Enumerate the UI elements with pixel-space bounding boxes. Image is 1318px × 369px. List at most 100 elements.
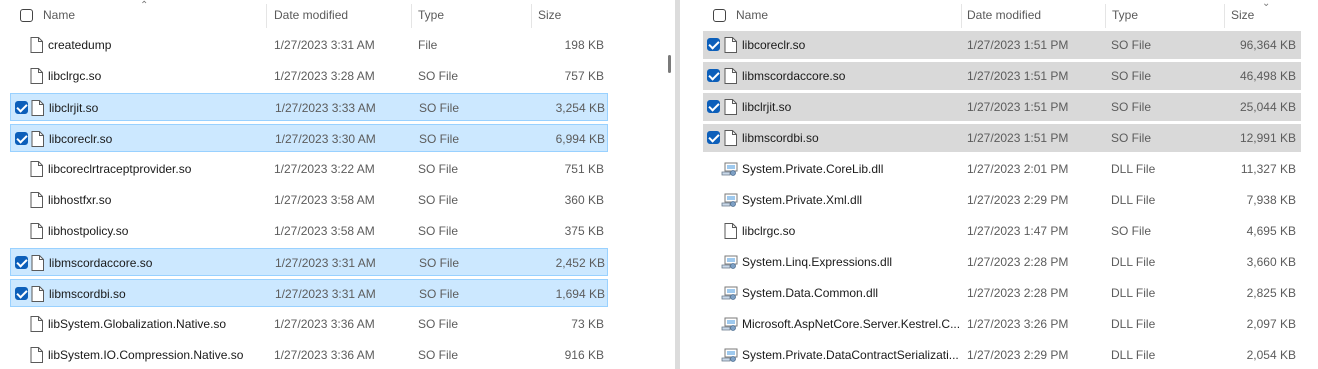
file-size: 757 KB	[564, 69, 604, 83]
file-type: SO File	[418, 193, 459, 207]
right-file-list-pane: Name Date modified Type Size ⌄ libcorecl…	[680, 0, 1318, 369]
file-size: 2,097 KB	[1246, 317, 1296, 331]
left-file-row[interactable]: libhostfxr.so 1/27/2023 3:58 AM SO File 360…	[10, 186, 608, 214]
file-type: SO File	[1111, 131, 1152, 145]
file-name: libclrjit.so	[49, 101, 99, 115]
dll-icon	[721, 285, 738, 301]
file-name: System.Linq.Expressions.dll	[742, 255, 893, 269]
file-icon	[31, 131, 44, 147]
left-header-date[interactable]: Date modified	[274, 0, 348, 32]
file-name: libhostpolicy.so	[48, 224, 129, 238]
right-header-size[interactable]: Size	[1231, 0, 1254, 32]
file-date: 1/27/2023 2:29 PM	[967, 193, 1069, 207]
file-icon	[724, 68, 737, 84]
file-type: SO File	[418, 162, 459, 176]
row-checkbox[interactable]	[707, 131, 720, 144]
right-file-row[interactable]: System.Data.Common.dll 1/27/2023 2:28 PM D…	[703, 279, 1301, 307]
file-type: SO File	[419, 132, 460, 146]
left-file-row[interactable]: libhostpolicy.so 1/27/2023 3:58 AM SO File…	[10, 217, 608, 245]
row-checkbox[interactable]	[15, 132, 28, 145]
left-file-row[interactable]: libcoreclr.so 1/27/2023 3:30 AM SO File 6,9…	[10, 124, 608, 152]
file-name: libhostfxr.so	[48, 193, 112, 207]
file-name: libSystem.Globalization.Native.so	[48, 317, 227, 331]
file-icon	[31, 255, 44, 271]
row-checkbox[interactable]	[15, 101, 28, 114]
right-file-row[interactable]: libmscordaccore.so 1/27/2023 1:51 PM SO Fi…	[703, 62, 1301, 90]
left-file-row[interactable]: libSystem.Globalization.Native.so 1/27/20…	[10, 310, 608, 338]
file-icon	[30, 223, 43, 239]
right-file-row[interactable]: System.Private.Xml.dll 1/27/2023 2:29 PM D…	[703, 186, 1301, 214]
file-name: libmscordaccore.so	[49, 256, 153, 270]
file-type: DLL File	[1111, 348, 1156, 362]
file-name: libclrjit.so	[742, 100, 792, 114]
left-file-row[interactable]: libclrjit.so 1/27/2023 3:33 AM SO File 3,25…	[10, 93, 608, 121]
file-date: 1/27/2023 3:26 PM	[967, 317, 1069, 331]
right-file-row[interactable]: System.Private.CoreLib.dll 1/27/2023 2:01…	[703, 155, 1301, 183]
file-name: System.Data.Common.dll	[742, 286, 879, 300]
file-date: 1/27/2023 1:51 PM	[967, 100, 1069, 114]
dll-icon	[721, 254, 738, 270]
file-date: 1/27/2023 3:31 AM	[275, 256, 376, 270]
left-file-row[interactable]: libclrgc.so 1/27/2023 3:28 AM SO File 757 K…	[10, 62, 608, 90]
left-file-row[interactable]: libSystem.IO.Compression.Native.so 1/27/2…	[10, 341, 608, 369]
file-type: SO File	[419, 287, 460, 301]
right-file-row[interactable]: Microsoft.AspNetCore.Server.Kestrel.C...…	[703, 310, 1301, 338]
right-file-row[interactable]: System.Linq.Expressions.dll 1/27/2023 2:2…	[703, 248, 1301, 276]
pane-divider[interactable]	[662, 0, 680, 369]
file-icon	[30, 161, 43, 177]
file-type: SO File	[1111, 38, 1152, 52]
right-header-name[interactable]: Name	[736, 0, 768, 32]
row-checkbox[interactable]	[707, 100, 720, 113]
right-select-all-checkbox[interactable]	[713, 9, 726, 22]
file-name: libclrgc.so	[742, 224, 796, 238]
left-header-size[interactable]: Size	[538, 0, 561, 32]
row-checkbox[interactable]	[15, 256, 28, 269]
file-size: 7,938 KB	[1246, 193, 1296, 207]
file-size: 198 KB	[564, 38, 604, 52]
file-date: 1/27/2023 3:22 AM	[274, 162, 375, 176]
right-file-row[interactable]: System.Private.DataContractSerializati..…	[703, 341, 1301, 369]
file-name: System.Private.Xml.dll	[742, 193, 863, 207]
file-icon	[30, 37, 43, 53]
left-file-row[interactable]: createdump 1/27/2023 3:31 AM File 198 KB	[10, 31, 608, 59]
right-file-row[interactable]: libmscordbi.so 1/27/2023 1:51 PM SO File 12…	[703, 124, 1301, 152]
file-size: 12,991 KB	[1239, 131, 1296, 145]
left-file-row[interactable]: libcoreclrtraceptprovider.so 1/27/2023 3:…	[10, 155, 608, 183]
file-date: 1/27/2023 2:28 PM	[967, 255, 1069, 269]
file-type: SO File	[1111, 69, 1152, 83]
file-name: libmscordbi.so	[742, 131, 819, 145]
right-file-row[interactable]: libclrjit.so 1/27/2023 1:51 PM SO File 25,0…	[703, 93, 1301, 121]
file-date: 1/27/2023 3:58 AM	[274, 224, 375, 238]
left-header-name[interactable]: Name	[43, 0, 75, 32]
dll-icon	[721, 192, 738, 208]
right-file-row[interactable]: libcoreclr.so 1/27/2023 1:51 PM SO File 96,…	[703, 31, 1301, 59]
file-type: SO File	[419, 256, 460, 270]
file-size: 1,694 KB	[555, 287, 605, 301]
row-checkbox[interactable]	[15, 287, 28, 300]
file-type: SO File	[1111, 100, 1152, 114]
right-file-row[interactable]: libclrgc.so 1/27/2023 1:47 PM SO File 4,695…	[703, 217, 1301, 245]
sort-ascending-icon: ⌃	[140, 0, 149, 11]
file-date: 1/27/2023 2:29 PM	[967, 348, 1069, 362]
left-header-type[interactable]: Type	[418, 0, 444, 32]
left-file-row[interactable]: libmscordbi.so 1/27/2023 3:31 AM SO File 1,…	[10, 279, 608, 307]
file-date: 1/27/2023 3:33 AM	[275, 101, 376, 115]
left-file-row[interactable]: libmscordaccore.so 1/27/2023 3:31 AM SO Fi…	[10, 248, 608, 276]
file-size: 2,054 KB	[1246, 348, 1296, 362]
left-select-all-checkbox[interactable]	[20, 9, 33, 22]
file-icon	[30, 68, 43, 84]
file-name: Microsoft.AspNetCore.Server.Kestrel.C...	[742, 317, 961, 331]
file-date: 1/27/2023 3:31 AM	[275, 287, 376, 301]
file-size: 360 KB	[564, 193, 604, 207]
right-header-type[interactable]: Type	[1112, 0, 1138, 32]
left-file-list-pane: Name ⌃ Date modified Type Size createdum…	[0, 0, 662, 369]
file-name: System.Private.DataContractSerializati..…	[742, 348, 959, 362]
file-name: libcoreclrtraceptprovider.so	[48, 162, 192, 176]
right-header-date[interactable]: Date modified	[967, 0, 1041, 32]
file-size: 4,695 KB	[1246, 224, 1296, 238]
row-checkbox[interactable]	[707, 69, 720, 82]
file-type: DLL File	[1111, 193, 1156, 207]
row-checkbox[interactable]	[707, 38, 720, 51]
sort-descending-icon: ⌄	[1262, 0, 1271, 9]
scrollbar-thumb[interactable]	[668, 55, 671, 73]
